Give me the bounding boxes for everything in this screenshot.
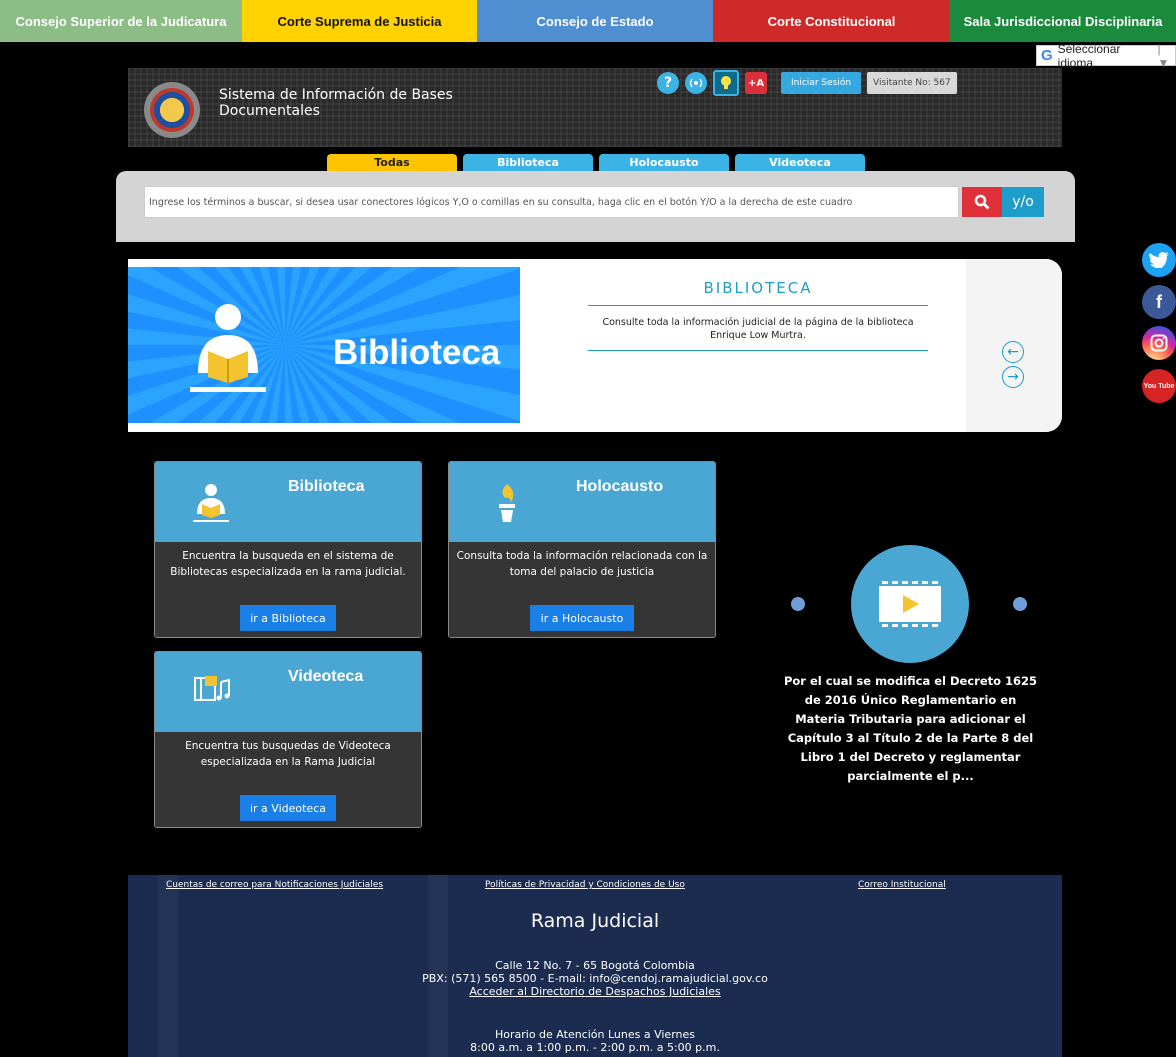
slide-caption: BIBLIOTECA Consulte toda la información …: [588, 279, 928, 351]
tab-holocausto[interactable]: Holocausto: [599, 154, 729, 171]
top-nav: Consejo Superior de la Judicatura Corte …: [0, 0, 1176, 42]
search-button[interactable]: [962, 187, 1002, 217]
dropdown-arrow-icon: | ▼: [1157, 41, 1170, 70]
site-footer: Cuentas de correo para Notificaciones Ju…: [128, 875, 1062, 1057]
torch-icon: [499, 484, 515, 522]
accessibility-tools: ? +A Iniciar Sesión Visitante No: 567: [657, 70, 957, 96]
tab-biblioteca[interactable]: Biblioteca: [463, 154, 593, 171]
nav-consejo-superior[interactable]: Consejo Superior de la Judicatura: [0, 0, 242, 42]
footer-link-notificaciones[interactable]: Cuentas de correo para Notificaciones Ju…: [166, 880, 383, 890]
tab-videoteca[interactable]: Videoteca: [735, 154, 865, 171]
twitter-icon[interactable]: [1142, 243, 1176, 277]
video-play-icon: [879, 579, 941, 629]
search-tabs: Todas Biblioteca Holocausto Videoteca: [327, 154, 865, 171]
search-icon: [974, 194, 990, 210]
slide-image: Biblioteca: [128, 267, 520, 423]
footer-address: Calle 12 No. 7 - 65 Bogotá Colombia PBX:…: [128, 959, 1062, 998]
video-next-button[interactable]: [1013, 597, 1027, 611]
go-videoteca-button[interactable]: ir a Videoteca: [240, 795, 336, 821]
nav-consejo-estado[interactable]: Consejo de Estado: [477, 0, 713, 42]
nav-sala-disciplinaria[interactable]: Sala Jurisdiccional Disciplinaria: [950, 0, 1176, 42]
help-icon[interactable]: ?: [657, 72, 679, 94]
footer-title: Rama Judicial: [530, 910, 660, 932]
youtube-icon[interactable]: You Tube: [1142, 369, 1176, 403]
footer-link-correo[interactable]: Correo Institucional: [858, 880, 946, 890]
card-biblioteca: Biblioteca Encuentra la busqueda en el s…: [154, 461, 422, 638]
audio-icon[interactable]: [685, 72, 707, 94]
footer-contact: PBX: (571) 565 8500 - E-mail: info@cendo…: [422, 972, 768, 985]
font-increase-button[interactable]: +A: [745, 72, 767, 94]
footer-hours: Horario de Atención Lunes a Viernes 8:00…: [128, 1028, 1062, 1054]
featured-slider: Biblioteca BIBLIOTECA Consulte toda la i…: [128, 259, 1062, 432]
contrast-bulb-icon[interactable]: [713, 70, 739, 96]
slide-prev-button[interactable]: ←: [1002, 341, 1024, 363]
card-title: Videoteca: [288, 668, 364, 685]
video-thumbnail[interactable]: [851, 545, 969, 663]
nav-corte-constitucional[interactable]: Corte Constitucional: [713, 0, 950, 42]
reader-icon: [190, 304, 266, 392]
card-holocausto: Holocausto Consulta toda la información …: [448, 461, 716, 638]
language-selector-label: Seleccionar idioma: [1057, 41, 1121, 70]
slide-title: BIBLIOTECA: [588, 279, 928, 306]
card-description: Encuentra la busqueda en el sistema de B…: [170, 550, 406, 578]
facebook-icon[interactable]: f: [1142, 285, 1176, 319]
card-description: Consulta toda la información relacionada…: [456, 550, 708, 578]
slide-image-title: Biblioteca: [333, 333, 501, 372]
search-input[interactable]: [144, 186, 959, 218]
video-description[interactable]: Por el cual se modifica el Decreto 1625 …: [778, 672, 1043, 786]
site-title: Sistema de Información de Bases Document…: [219, 87, 453, 119]
footer-directory-link[interactable]: Acceder al Directorio de Despachos Judic…: [469, 985, 720, 998]
slide-next-button[interactable]: →: [1002, 366, 1024, 388]
footer-address-line: Calle 12 No. 7 - 65 Bogotá Colombia: [495, 959, 695, 972]
card-title: Biblioteca: [288, 478, 365, 495]
login-button[interactable]: Iniciar Sesión: [781, 72, 862, 94]
site-header: Sistema de Información de Bases Document…: [128, 68, 1062, 147]
video-music-icon: [194, 676, 230, 701]
card-description: Encuentra tus busquedas de Videoteca esp…: [185, 740, 391, 768]
language-selector[interactable]: G Seleccionar idioma | ▼: [1036, 42, 1176, 70]
search-panel: y/o: [116, 171, 1075, 242]
go-biblioteca-button[interactable]: ir a Biblioteca: [240, 605, 336, 631]
logic-connector-button[interactable]: y/o: [1002, 187, 1044, 217]
nav-corte-suprema[interactable]: Corte Suprema de Justicia: [242, 0, 477, 42]
go-holocausto-button[interactable]: ir a Holocausto: [530, 605, 634, 631]
instagram-icon[interactable]: [1142, 326, 1176, 360]
google-icon: G: [1041, 47, 1053, 64]
footer-link-privacidad[interactable]: Políticas de Privacidad y Condiciones de…: [485, 880, 685, 890]
card-title: Holocausto: [576, 478, 664, 495]
rama-judicial-logo: [144, 82, 200, 138]
tab-todas[interactable]: Todas: [327, 154, 457, 171]
footer-links: Cuentas de correo para Notificaciones Ju…: [128, 880, 1062, 894]
footer-hours-title: Horario de Atención Lunes a Viernes: [494, 1028, 696, 1041]
visitor-counter: Visitante No: 567: [867, 72, 957, 94]
video-prev-button[interactable]: [791, 597, 805, 611]
card-videoteca: Videoteca Encuentra tus busquedas de Vid…: [154, 651, 422, 828]
reader-icon: [193, 484, 229, 522]
footer-hours-text: 8:00 a.m. a 1:00 p.m. - 2:00 p.m. a 5:00…: [470, 1041, 720, 1054]
slide-description: Consulte toda la información judicial de…: [588, 306, 928, 351]
